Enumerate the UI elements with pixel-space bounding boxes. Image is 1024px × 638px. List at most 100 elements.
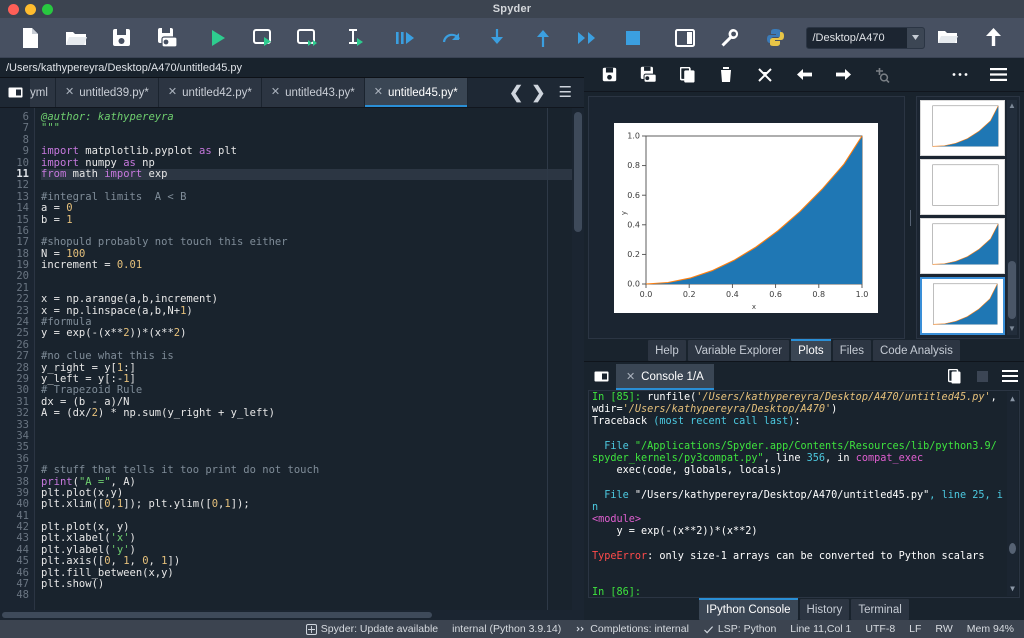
open-file-icon[interactable] — [53, 21, 98, 55]
code-editor[interactable]: 6 7 8 9 10 11 12 13 14 15 16 17 18 19 20 21 22 23 24 25 26 27… — [0, 108, 584, 610]
thumbnails-scrollbar[interactable]: ▲ ▼ — [1007, 100, 1017, 335]
code-line[interactable]: plt.xlim([0,1]); plt.ylim([0,1]); — [41, 499, 584, 510]
run-file-icon[interactable] — [196, 21, 241, 55]
status-cursor-position[interactable]: Line 11,Col 1 — [790, 623, 851, 635]
close-icon[interactable]: ✕ — [626, 371, 635, 383]
panes-layout-icon[interactable] — [662, 21, 707, 55]
zoom-plot-icon[interactable] — [863, 61, 902, 89]
close-icon[interactable]: ✕ — [374, 87, 383, 98]
editor-tab-untitled42[interactable]: ✕ untitled42.py* — [158, 78, 262, 107]
scrollbar-thumb[interactable] — [573, 112, 582, 232]
browse-working-directory-icon[interactable] — [925, 21, 970, 55]
more-options-icon[interactable] — [940, 61, 979, 89]
save-plot-icon[interactable] — [590, 61, 629, 89]
plot-thumbnail-3[interactable] — [920, 218, 1005, 274]
code-line[interactable]: plt.fill_between(x,y) — [41, 567, 584, 579]
browse-consoles-icon[interactable] — [588, 362, 616, 390]
code-line[interactable]: increment = 0.01 — [41, 259, 584, 271]
status-interpreter[interactable]: internal (Python 3.9.14) — [452, 623, 561, 635]
code-line[interactable]: #integral limits A < B — [41, 191, 584, 203]
status-eol[interactable]: LF — [909, 623, 921, 635]
save-all-icon[interactable] — [144, 21, 189, 55]
scroll-up-icon[interactable]: ▲ — [1007, 100, 1017, 112]
pythonpath-icon[interactable] — [753, 21, 798, 55]
code-line[interactable]: #shopuld probably not touch this either — [41, 237, 584, 248]
code-line[interactable]: @author: kathypereyra — [41, 111, 584, 123]
scrollbar-thumb[interactable] — [1008, 261, 1016, 319]
code-line[interactable]: from math import exp — [41, 168, 584, 181]
preferences-icon[interactable] — [708, 21, 753, 55]
tab-code-analysis[interactable]: Code Analysis — [872, 340, 960, 361]
tab-plots[interactable]: Plots — [791, 339, 831, 361]
plots-menu-icon[interactable] — [979, 61, 1018, 89]
editor-options-icon[interactable]: ☰ — [550, 85, 579, 100]
editor-tab-yml[interactable]: yml — [30, 78, 56, 107]
run-cell-advance-icon[interactable] — [287, 21, 332, 55]
chevron-down-icon[interactable] — [907, 27, 925, 48]
scroll-down-icon[interactable]: ▼ — [1007, 583, 1018, 595]
editor-tab-untitled43[interactable]: ✕ untitled43.py* — [261, 78, 365, 107]
console-menu-icon[interactable] — [996, 362, 1024, 390]
code-line[interactable]: a = 0 — [41, 202, 584, 214]
status-permissions[interactable]: RW — [935, 623, 952, 635]
run-cell-icon[interactable] — [241, 21, 286, 55]
new-console-icon[interactable] — [940, 362, 968, 390]
console-tab[interactable]: ✕ Console 1/A — [615, 364, 714, 390]
status-encoding[interactable]: UTF-8 — [865, 623, 895, 635]
plot-viewer[interactable]: 0.0 0.2 0.4 0.6 0.8 1.0 0.0 0.2 0.4 0.6 … — [587, 96, 905, 339]
stop-console-icon[interactable] — [968, 362, 996, 390]
code-text-area[interactable]: @author: kathypereyra """ import matplotli… — [34, 108, 584, 610]
tab-ipython-console[interactable]: IPython Console — [699, 598, 798, 620]
status-completions[interactable]: Completions: internal — [575, 623, 689, 635]
code-line[interactable]: A = (dx/2) * np.sum(y_right + y_left) — [41, 407, 584, 419]
previous-plot-icon[interactable] — [785, 61, 824, 89]
delete-plot-icon[interactable] — [707, 61, 746, 89]
new-file-icon[interactable] — [8, 21, 53, 55]
status-update[interactable]: Spyder: Update available — [305, 623, 438, 635]
status-memory[interactable]: Mem 94% — [967, 623, 1014, 635]
plots-splitter[interactable] — [908, 96, 913, 339]
tab-files[interactable]: Files — [832, 340, 871, 361]
editor-tab-untitled45[interactable]: ✕ untitled45.py* — [364, 78, 468, 107]
scroll-down-icon[interactable]: ▼ — [1007, 323, 1017, 335]
code-line[interactable]: plt.show() — [41, 578, 584, 590]
delete-all-plots-icon[interactable] — [746, 61, 785, 89]
working-directory-combo[interactable]: /Desktop/A470 — [806, 26, 926, 49]
status-lsp[interactable]: LSP: Python — [703, 623, 776, 635]
plot-thumbnail-1[interactable] — [920, 100, 1005, 156]
code-line[interactable] — [41, 431, 584, 442]
tab-history[interactable]: History — [799, 599, 850, 620]
editor-vertical-scrollbar[interactable] — [571, 108, 584, 610]
code-line[interactable]: b = 1 — [41, 214, 584, 226]
plot-thumbnail-4[interactable] — [920, 277, 1005, 335]
debug-file-icon[interactable] — [383, 21, 428, 55]
tab-variable-explorer[interactable]: Variable Explorer — [687, 340, 790, 361]
console-output[interactable]: In [85]: runfile('/Users/kathypereyra/De… — [587, 390, 1020, 598]
scroll-up-icon[interactable]: ▲ — [1007, 393, 1018, 405]
code-line[interactable] — [41, 442, 584, 453]
tab-help[interactable]: Help — [648, 340, 686, 361]
tab-terminal[interactable]: Terminal — [851, 599, 909, 620]
scrollbar-thumb[interactable] — [2, 612, 432, 618]
code-line[interactable]: """ — [41, 123, 584, 134]
plot-thumbnail-2[interactable] — [920, 159, 1005, 215]
code-line[interactable] — [41, 590, 584, 601]
parent-directory-icon[interactable] — [971, 21, 1016, 55]
close-icon[interactable]: ✕ — [271, 87, 280, 98]
copy-plot-icon[interactable] — [668, 61, 707, 89]
chevron-right-icon[interactable]: ❯ — [528, 84, 548, 101]
close-icon[interactable]: ✕ — [65, 87, 74, 98]
close-icon[interactable]: ✕ — [168, 87, 177, 98]
continue-icon[interactable] — [565, 21, 610, 55]
console-scrollbar[interactable]: ▲ ▼ — [1007, 392, 1018, 596]
step-into-icon[interactable] — [474, 21, 519, 55]
chevron-left-icon[interactable]: ❮ — [506, 84, 526, 101]
next-plot-icon[interactable] — [824, 61, 863, 89]
step-over-icon[interactable] — [429, 21, 474, 55]
browse-tabs-icon[interactable] — [0, 78, 30, 107]
editor-tab-untitled39[interactable]: ✕ untitled39.py* — [56, 78, 159, 107]
save-all-plots-icon[interactable] — [629, 61, 668, 89]
save-file-icon[interactable] — [99, 21, 144, 55]
code-line[interactable] — [41, 271, 584, 282]
code-line[interactable]: x = np.linspace(a,b,N+1) — [41, 305, 584, 317]
